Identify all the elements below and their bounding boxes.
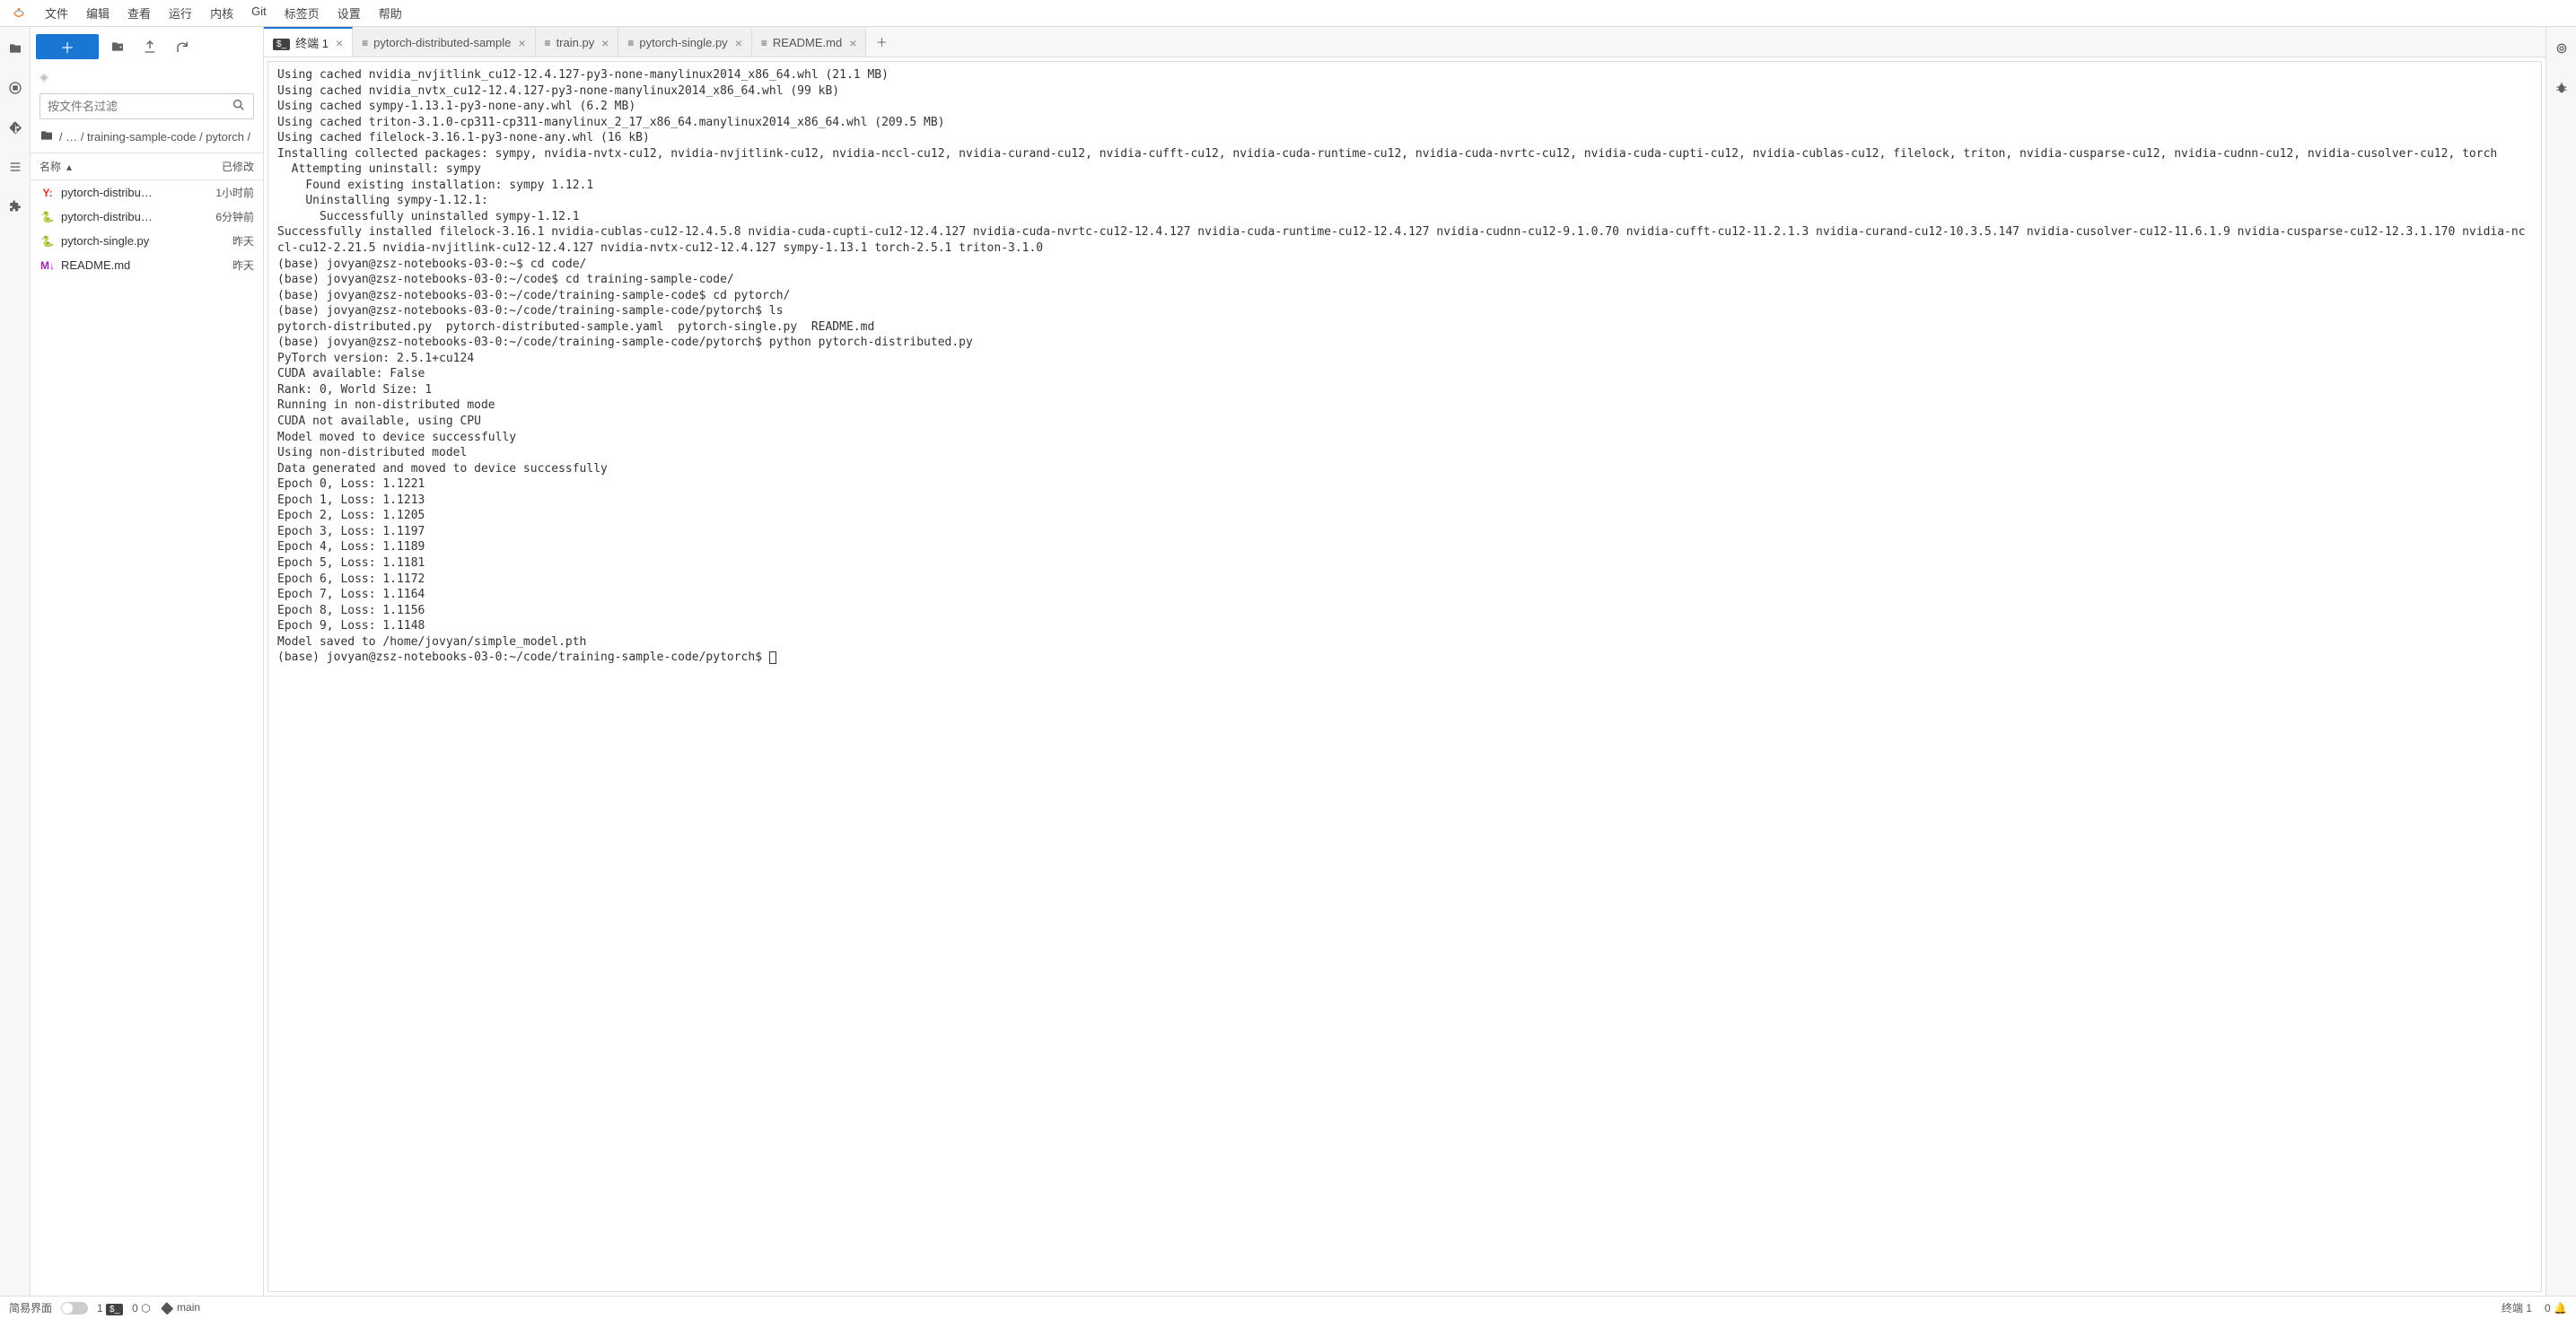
notifications[interactable]: 0 🔔	[2545, 1302, 2567, 1315]
new-launcher-button[interactable]: ＋	[36, 34, 99, 59]
status-bar: 简易界面 1 $_ 0 ⬡ main 终端 1 0 🔔	[0, 1296, 2576, 1319]
close-icon[interactable]: ×	[849, 36, 856, 50]
file-row[interactable]: 🐍 pytorch-single.py昨天	[31, 229, 263, 253]
close-icon[interactable]: ×	[518, 36, 525, 50]
tab[interactable]: ≡ README.md ×	[752, 27, 867, 57]
tab[interactable]: ≡ pytorch-distributed-sample ×	[353, 27, 535, 57]
close-icon[interactable]: ×	[735, 36, 742, 50]
py-file-icon: 🐍	[39, 235, 56, 248]
tab-label: pytorch-distributed-sample	[373, 36, 511, 49]
terminal-output[interactable]: Using cached nvidia_nvjitlink_cu12-12.4.…	[267, 61, 2542, 1292]
yaml-file-icon: Y:	[39, 187, 56, 199]
file-browser: ＋ + ◈ / … / training-sample-code / pytor…	[31, 27, 264, 1296]
md-file-icon: M↓	[39, 259, 56, 272]
menu-item[interactable]: 运行	[160, 1, 201, 25]
simple-mode-toggle[interactable]	[61, 1302, 88, 1315]
tab-label: train.py	[556, 36, 595, 49]
file-icon: ≡	[545, 37, 551, 49]
debugger-icon[interactable]	[2553, 79, 2571, 97]
file-row[interactable]: 🐍 pytorch-distribu…6分钟前	[31, 205, 263, 229]
tab-label: README.md	[773, 36, 842, 49]
file-filter-input[interactable]	[40, 94, 224, 118]
file-name: README.md	[61, 258, 191, 272]
new-folder-icon[interactable]: +	[104, 34, 131, 59]
kernel-indicator-icon[interactable]: ◈	[39, 70, 48, 83]
kernel-icon: ⬡	[141, 1302, 150, 1315]
file-filter[interactable]	[39, 93, 254, 119]
file-modified: 昨天	[191, 258, 254, 273]
close-icon[interactable]: ×	[336, 36, 343, 50]
git-icon[interactable]	[6, 118, 24, 136]
search-icon	[224, 98, 253, 115]
file-name: pytorch-distribu…	[61, 186, 191, 199]
menubar: 文件编辑查看运行内核Git标签页设置帮助	[0, 0, 2576, 27]
tab-label: 终端 1	[295, 34, 329, 51]
property-inspector-icon[interactable]	[2553, 39, 2571, 57]
terminals-count[interactable]: 1 $_	[97, 1302, 123, 1315]
tab-label: pytorch-single.py	[639, 36, 727, 49]
sort-asc-icon: ▴	[66, 161, 72, 173]
file-icon: ≡	[362, 37, 368, 49]
folder-icon	[39, 128, 54, 145]
git-branch[interactable]: main	[160, 1301, 200, 1315]
file-list: Y: pytorch-distribu…1小时前 🐍 pytorch-distribu…	[31, 180, 263, 1296]
folder-icon[interactable]	[6, 39, 24, 57]
tab-bar: $_ 终端 1 × ≡ pytorch-distributed-sample × ≡ trai…	[264, 27, 2545, 57]
terminal-cursor	[769, 651, 776, 664]
tab[interactable]: ≡ pytorch-single.py ×	[618, 27, 751, 57]
bell-icon: 🔔	[2554, 1302, 2567, 1315]
file-modified: 昨天	[191, 233, 254, 249]
menu-item[interactable]: 查看	[118, 1, 160, 25]
menu-item[interactable]: 设置	[329, 1, 370, 25]
close-icon[interactable]: ×	[601, 36, 609, 50]
svg-text:+: +	[118, 45, 122, 51]
upload-icon[interactable]	[136, 34, 163, 59]
refresh-icon[interactable]	[169, 34, 196, 59]
status-terminal-name[interactable]: 终端 1	[2502, 1300, 2532, 1315]
file-modified: 6分钟前	[191, 209, 254, 224]
column-header-name[interactable]: 名称▴	[31, 153, 191, 179]
running-icon[interactable]	[6, 79, 24, 97]
file-modified: 1小时前	[191, 185, 254, 200]
activity-bar	[0, 27, 31, 1296]
breadcrumb[interactable]: / … / training-sample-code / pytorch /	[31, 125, 263, 153]
mode-label: 简易界面	[9, 1300, 52, 1315]
menu-item[interactable]: 标签页	[276, 1, 329, 25]
file-row[interactable]: M↓ README.md昨天	[31, 253, 263, 277]
file-name: pytorch-single.py	[61, 234, 191, 248]
column-header-modified[interactable]: 已修改	[191, 153, 263, 179]
terminal-icon: $_	[273, 37, 290, 49]
kernels-count[interactable]: 0 ⬡	[132, 1302, 151, 1315]
file-name: pytorch-distribu…	[61, 210, 191, 223]
tab[interactable]: $_ 终端 1 ×	[264, 27, 353, 57]
file-icon: ≡	[627, 37, 634, 49]
file-icon: ≡	[761, 37, 767, 49]
extensions-icon[interactable]	[6, 197, 24, 215]
jupyter-logo-icon[interactable]	[9, 4, 29, 23]
menu-item[interactable]: Git	[242, 1, 276, 25]
tab[interactable]: ≡ train.py ×	[536, 27, 619, 57]
py-file-icon: 🐍	[39, 211, 56, 223]
menu-item[interactable]: 内核	[201, 1, 242, 25]
menu-item[interactable]: 帮助	[370, 1, 411, 25]
terminal-chip-icon: $_	[106, 1304, 123, 1315]
menu-item[interactable]: 文件	[36, 1, 77, 25]
file-row[interactable]: Y: pytorch-distribu…1小时前	[31, 180, 263, 205]
right-sidebar	[2545, 27, 2576, 1296]
add-tab-button[interactable]: ＋	[866, 27, 897, 57]
menu-item[interactable]: 编辑	[77, 1, 118, 25]
toc-icon[interactable]	[6, 158, 24, 176]
